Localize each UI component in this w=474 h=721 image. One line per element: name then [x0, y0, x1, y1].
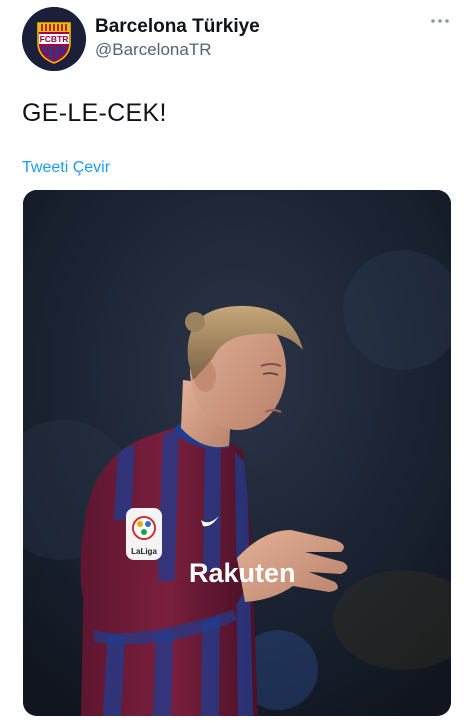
fcb-crest-icon: FCBTR — [22, 7, 86, 71]
shirt-sponsor-text: Rakuten — [189, 558, 296, 588]
author-display-name[interactable]: Barcelona Türkiye — [95, 15, 260, 39]
player-photo: Rakuten LaLiga — [23, 190, 451, 716]
laliga-patch: LaLiga — [126, 508, 162, 560]
translate-tweet-link[interactable]: Tweeti Çevir — [22, 157, 110, 179]
tweet-card: FCBTR Barcelona Türkiye @BarcelonaTR GE-… — [0, 0, 474, 721]
author-handle[interactable]: @BarcelonaTR — [95, 39, 260, 61]
author-names: Barcelona Türkiye @BarcelonaTR — [95, 15, 260, 61]
tweet-header: FCBTR Barcelona Türkiye @BarcelonaTR — [22, 7, 452, 71]
tweet-photo[interactable]: Rakuten LaLiga — [23, 190, 451, 716]
tweet-text: GE-LE-CEK! — [22, 99, 167, 127]
league-patch-text: LaLiga — [131, 547, 157, 556]
avatar-badge-text: FCBTR — [40, 34, 69, 44]
avatar[interactable]: FCBTR — [22, 7, 86, 71]
more-dots-icon[interactable] — [428, 11, 452, 31]
